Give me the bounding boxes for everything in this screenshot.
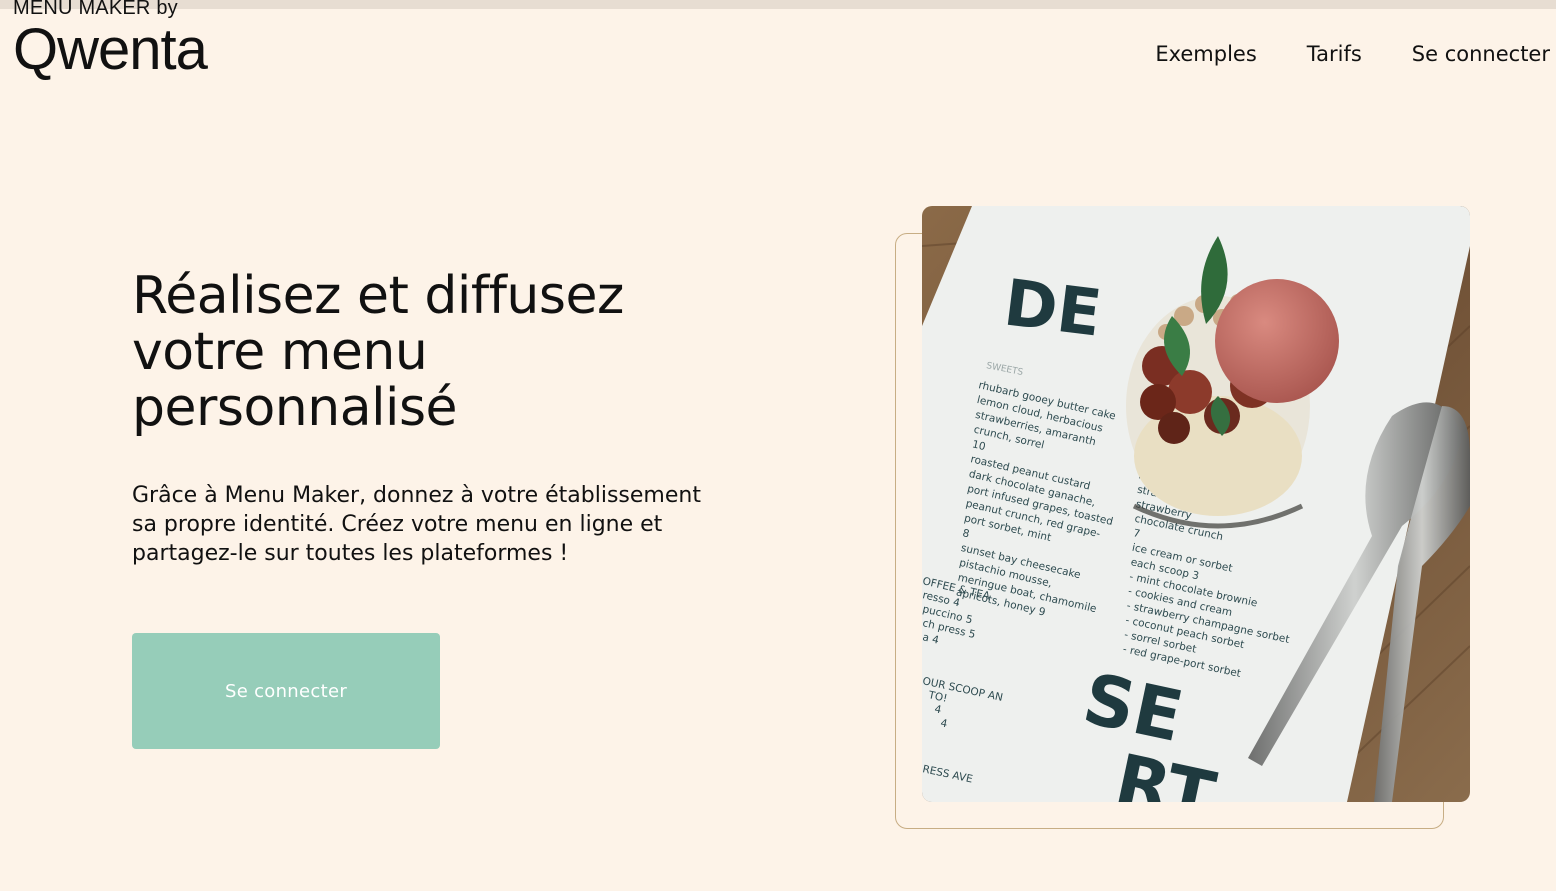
nav-link-tarifs[interactable]: Tarifs (1307, 40, 1362, 68)
brand-logo[interactable]: MENU MAKER by Qwenta (13, 0, 253, 82)
sorbet-scoop (1215, 279, 1339, 403)
nav-link-se-connecter[interactable]: Se connecter (1412, 40, 1550, 68)
se-connecter-button[interactable]: Se connecter (132, 633, 440, 749)
main-nav: Exemples Tarifs Se connecter (1155, 40, 1550, 68)
dessert-menu-photo: DE SE RT SWEETS rhubarb gooey butter cak… (922, 206, 1470, 802)
hero-description: Grâce à Menu Maker, donnez à votre établ… (132, 483, 701, 566)
hero-title: Réalisez et diffusez votre menu personna… (132, 266, 624, 438)
logo-wordmark: Qwenta (13, 17, 208, 82)
menu-heading-top: DE (1000, 266, 1105, 351)
nav-link-exemples[interactable]: Exemples (1155, 40, 1256, 68)
